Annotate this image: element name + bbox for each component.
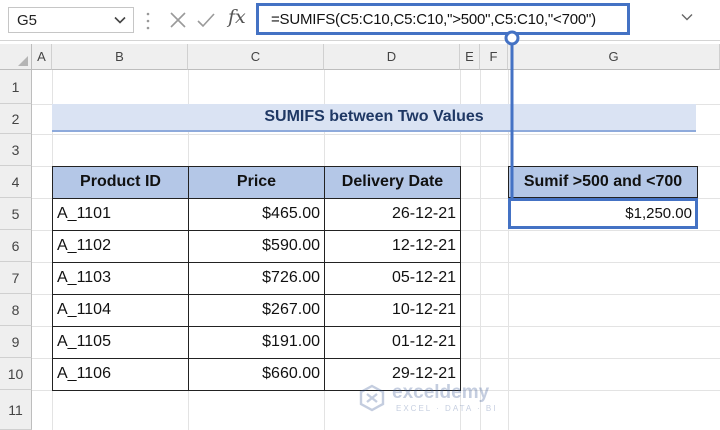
row-header-8[interactable]: 8 <box>0 294 32 326</box>
table-cell-product-id[interactable]: A_1101 <box>52 198 189 231</box>
row-header-10[interactable]: 10 <box>0 358 32 390</box>
row-header-2[interactable]: 2 <box>0 104 32 134</box>
column-header-g[interactable]: G <box>508 44 720 70</box>
table-cell-date[interactable]: 01-12-21 <box>324 326 461 359</box>
name-box-value: G5 <box>17 12 38 29</box>
table-header-price[interactable]: Price <box>188 166 325 199</box>
table-cell-price[interactable]: $191.00 <box>188 326 325 359</box>
result-value-cell[interactable]: $1,250.00 <box>508 198 698 229</box>
chevron-down-icon[interactable] <box>113 13 127 27</box>
grip-dots-icon <box>146 12 150 30</box>
table-header-product-id[interactable]: Product ID <box>52 166 189 199</box>
select-all-corner[interactable] <box>0 44 32 70</box>
column-header-e[interactable]: E <box>460 44 480 70</box>
table-cell-date[interactable]: 10-12-21 <box>324 294 461 327</box>
table-cell-product-id[interactable]: A_1105 <box>52 326 189 359</box>
chevron-down-icon[interactable] <box>680 10 694 24</box>
table-cell-product-id[interactable]: A_1103 <box>52 262 189 295</box>
watermark-name: exceldemy <box>392 382 490 403</box>
table-cell-price[interactable]: $465.00 <box>188 198 325 231</box>
row-header-3[interactable]: 3 <box>0 134 32 166</box>
insert-function-icon[interactable]: fx <box>228 6 246 28</box>
column-header-c[interactable]: C <box>188 44 324 70</box>
table-cell-price[interactable]: $726.00 <box>188 262 325 295</box>
row-header-4[interactable]: 4 <box>0 166 32 198</box>
column-header-b[interactable]: B <box>52 44 188 70</box>
result-header-cell[interactable]: Sumif >500 and <700 <box>508 166 698 198</box>
check-icon[interactable] <box>196 10 216 30</box>
table-cell-price[interactable]: $660.00 <box>188 358 325 391</box>
name-box[interactable]: G5 <box>8 7 134 33</box>
table-cell-date[interactable]: 05-12-21 <box>324 262 461 295</box>
sheet-title: SUMIFS between Two Values <box>264 108 484 125</box>
column-header-f[interactable]: F <box>480 44 508 70</box>
table-cell-price[interactable]: $267.00 <box>188 294 325 327</box>
cancel-icon[interactable] <box>168 10 188 30</box>
table-cell-product-id[interactable]: A_1102 <box>52 230 189 263</box>
table-header-delivery-date[interactable]: Delivery Date <box>324 166 461 199</box>
formula-bar: G5 fx =SUMIFS(C5:C10,C5:C10,">500",C5:C1… <box>0 0 720 41</box>
row-header-11[interactable]: 11 <box>0 390 32 430</box>
column-header-a[interactable]: A <box>32 44 52 70</box>
row-header-5[interactable]: 5 <box>0 198 32 230</box>
formula-text: =SUMIFS(C5:C10,C5:C10,">500",C5:C10,"<70… <box>271 11 596 28</box>
title-cell[interactable]: SUMIFS between Two Values <box>52 104 696 132</box>
formula-input[interactable]: =SUMIFS(C5:C10,C5:C10,">500",C5:C10,"<70… <box>256 3 630 35</box>
exceldemy-logo-icon <box>359 384 385 412</box>
table-cell-product-id[interactable]: A_1106 <box>52 358 189 391</box>
table-cell-date[interactable]: 26-12-21 <box>324 198 461 231</box>
row-header-9[interactable]: 9 <box>0 326 32 358</box>
row-header-1[interactable]: 1 <box>0 70 32 104</box>
table-cell-product-id[interactable]: A_1104 <box>52 294 189 327</box>
row-header-6[interactable]: 6 <box>0 230 32 262</box>
column-header-d[interactable]: D <box>324 44 460 70</box>
watermark-tagline: EXCEL · DATA · BI <box>396 404 498 413</box>
gridline <box>32 134 720 135</box>
table-cell-price[interactable]: $590.00 <box>188 230 325 263</box>
row-header-7[interactable]: 7 <box>0 262 32 294</box>
table-cell-date[interactable]: 12-12-21 <box>324 230 461 263</box>
